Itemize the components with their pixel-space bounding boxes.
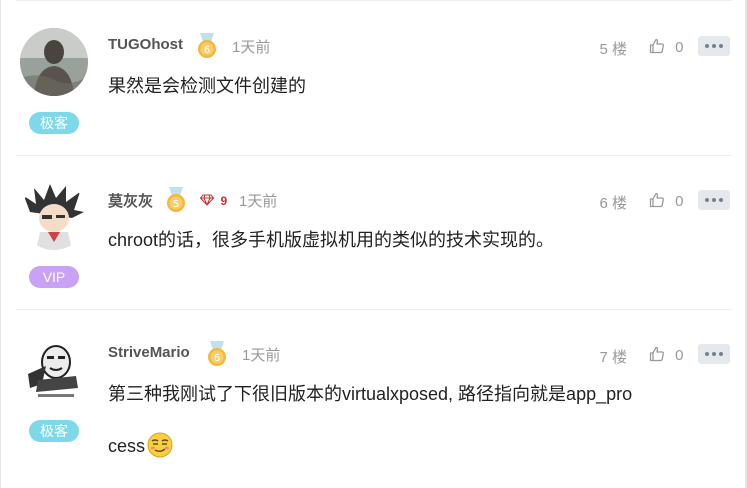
- level-medal-icon: 5: [164, 187, 188, 213]
- username[interactable]: TUGOhost: [108, 36, 183, 53]
- level-medal-icon: 6: [205, 341, 229, 367]
- more-options-button[interactable]: [698, 36, 730, 56]
- floor-number: 7 楼: [599, 349, 627, 366]
- level-medal-icon: 6: [195, 33, 219, 59]
- post-time: 1天前: [242, 347, 281, 364]
- like-count: 0: [675, 347, 684, 364]
- username[interactable]: 莫灰灰: [108, 190, 153, 211]
- level-number: 5: [173, 199, 179, 210]
- comment-item: 极客 TUGOhost 6 1天前 5 楼 0 果然是会检测文件创建的: [0, 0, 747, 155]
- user-badge: 极客: [29, 420, 79, 442]
- comment-text: 果然是会检测文件创建的: [108, 76, 306, 96]
- comment-item: VIP 莫灰灰 5 9 1天前 6 楼 0 chroot的话，很多手机版虚拟机用…: [0, 156, 747, 309]
- username[interactable]: StriveMario: [108, 344, 190, 361]
- comment-item: 极客 StriveMario 6 1天前 7 楼 0 第三种我刚试了下很旧版本的…: [0, 310, 747, 488]
- gem-indicator: 9: [199, 192, 228, 210]
- more-options-button[interactable]: [698, 344, 730, 364]
- like-count: 0: [675, 39, 684, 56]
- like-button[interactable]: 0: [649, 192, 684, 210]
- post-time: 1天前: [232, 39, 271, 56]
- like-button[interactable]: 0: [649, 38, 684, 56]
- gem-count: 9: [220, 194, 228, 208]
- thumbs-up-icon: [649, 192, 664, 208]
- user-avatar[interactable]: [20, 336, 88, 404]
- comment-text: chroot的话，很多手机版虚拟机用的类似的技术实现的。: [108, 230, 555, 250]
- floor-number: 5 楼: [599, 41, 627, 58]
- like-count: 0: [675, 193, 684, 210]
- comment-text-line-1: 第三种我刚试了下很旧版本的virtualxposed, 路径指向就是app_pr…: [108, 384, 633, 404]
- user-avatar[interactable]: [20, 28, 88, 96]
- level-number: 6: [214, 353, 220, 364]
- user-badge: 极客: [29, 112, 79, 134]
- user-badge: VIP: [29, 266, 79, 288]
- meme-avatar-icon: [20, 336, 88, 404]
- smug-emoji-icon: [146, 427, 174, 458]
- like-button[interactable]: 0: [649, 346, 684, 364]
- diamond-icon: [199, 194, 215, 206]
- thumbs-up-icon: [649, 38, 664, 54]
- more-options-button[interactable]: [698, 190, 730, 210]
- anime-avatar-icon: [20, 182, 88, 250]
- user-avatar[interactable]: [20, 182, 88, 250]
- post-time: 1天前: [239, 193, 278, 210]
- comment-text-tail: cess: [108, 436, 146, 456]
- photo-avatar-icon: [20, 28, 88, 96]
- thumbs-up-icon: [649, 346, 664, 362]
- level-number: 6: [204, 45, 210, 56]
- comment-text-line-2: cess: [108, 420, 174, 472]
- floor-number: 6 楼: [599, 195, 627, 212]
